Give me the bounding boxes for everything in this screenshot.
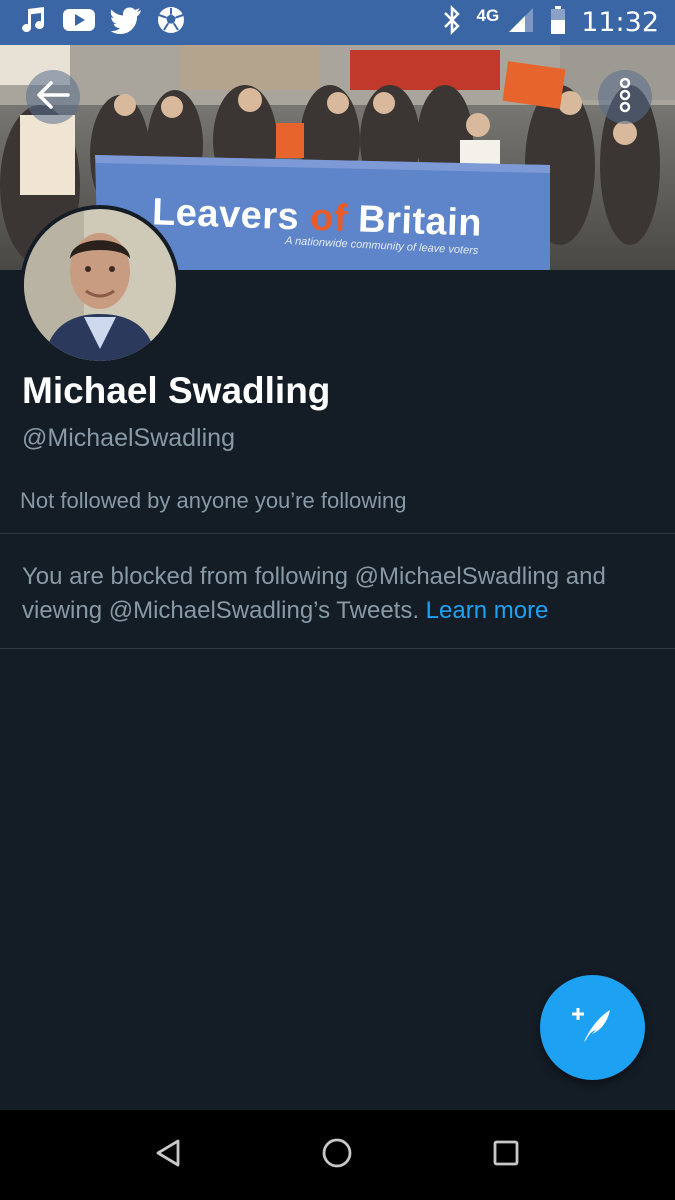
profile-handle: @MichaelSwadling [22,424,235,452]
clock: 11:32 [581,7,659,38]
home-nav-button[interactable] [317,1135,357,1175]
divider [0,648,675,649]
back-button[interactable] [26,70,80,124]
recents-nav-button[interactable] [486,1135,526,1175]
profile-name: Michael Swadling [22,370,331,411]
home-circle-icon [321,1137,353,1174]
more-options-button[interactable] [598,70,652,124]
arrow-left-icon [36,80,70,115]
soccer-ball-icon [156,5,186,40]
recents-square-icon [492,1139,520,1172]
follow-context: Not followed by anyone you’re following [20,488,407,513]
status-bar: 4G 11:32 [0,0,675,45]
avatar[interactable] [20,205,180,365]
bluetooth-icon [441,4,463,40]
twitter-icon [110,6,142,39]
music-note-icon [18,5,48,40]
navigation-bar [0,1110,675,1200]
more-vertical-icon [618,77,632,118]
network-type-label: 4G [476,5,500,25]
divider [0,533,675,534]
back-triangle-icon [154,1138,182,1173]
blocked-notice: You are blocked from following @MichaelS… [22,560,652,628]
battery-icon [549,5,567,40]
signal-icon [507,6,535,39]
learn-more-link[interactable]: Learn more [426,597,549,624]
profile-photo [24,209,176,361]
compose-tweet-button[interactable] [540,975,645,1080]
youtube-icon [62,7,96,38]
compose-tweet-icon [568,1000,618,1055]
back-nav-button[interactable] [148,1135,188,1175]
